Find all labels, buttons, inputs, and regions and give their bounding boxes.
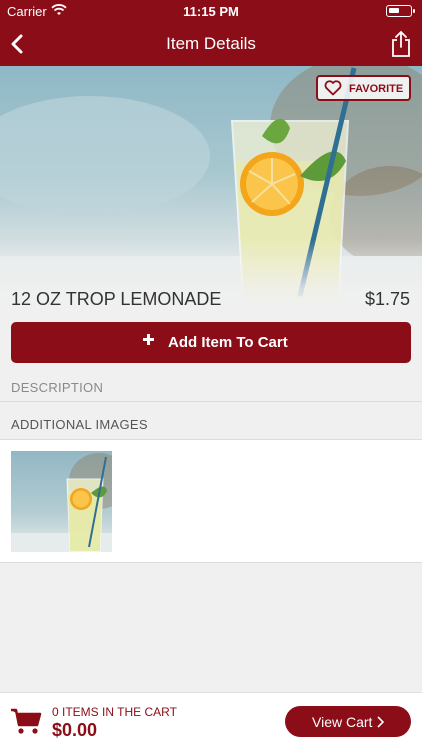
item-price: $1.75	[364, 289, 410, 309]
item-hero-image	[0, 66, 422, 310]
battery-icon	[386, 5, 415, 17]
top-bar: Carrier 11:15 PM Item Details	[0, 0, 422, 66]
add-to-cart-button[interactable]: Add Item To Cart	[11, 322, 411, 363]
page-title: Item Details	[166, 34, 256, 53]
chevron-right-icon	[377, 716, 384, 728]
cart-total: $0.00	[52, 720, 98, 740]
nav-bar: Item Details	[0, 22, 422, 66]
item-name: 12 OZ TROP LEMONADE	[11, 289, 222, 309]
favorite-label: FAVORITE	[349, 83, 404, 95]
divider	[0, 401, 422, 402]
add-to-cart-label: Add Item To Cart	[168, 334, 288, 351]
clock: 11:15 PM	[183, 4, 239, 19]
additional-images-row	[0, 439, 422, 563]
description-heading: DESCRIPTION	[11, 380, 104, 395]
lemonade-thumbnail-photo	[11, 453, 112, 552]
additional-images-heading: ADDITIONAL IMAGES	[11, 417, 148, 432]
additional-image-thumbnail[interactable]	[11, 451, 112, 552]
view-cart-label: View Cart	[312, 714, 373, 730]
shopping-cart-icon[interactable]	[10, 707, 42, 735]
cart-footer: 0 ITEMS IN THE CART $0.00 View Cart	[0, 692, 422, 750]
share-icon[interactable]	[390, 30, 412, 58]
favorite-button[interactable]: FAVORITE	[316, 75, 411, 101]
plus-icon	[143, 334, 154, 345]
cart-item-count: 0 ITEMS IN THE CART	[52, 705, 177, 719]
status-bar: Carrier 11:15 PM	[0, 0, 422, 22]
view-cart-button[interactable]: View Cart	[285, 706, 411, 737]
heart-icon	[324, 80, 342, 96]
